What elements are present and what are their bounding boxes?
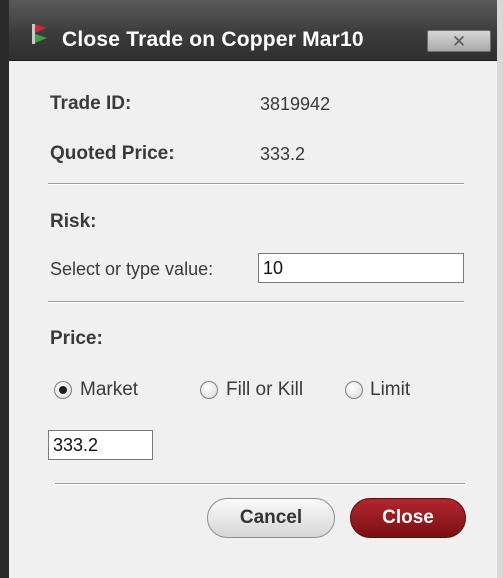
radio-market-label[interactable]: Market — [80, 379, 138, 401]
window-edge-right — [497, 0, 503, 578]
divider — [55, 483, 465, 485]
quoted-price-label: Quoted Price: — [50, 143, 175, 164]
radio-limit-label[interactable]: Limit — [370, 379, 410, 401]
radio-fill-or-kill-label[interactable]: Fill or Kill — [226, 379, 303, 401]
divider — [48, 301, 464, 303]
risk-value-input[interactable]: 10 — [258, 253, 464, 283]
dialog-body: Trade ID: 3819942 Quoted Price: 333.2 Ri… — [9, 61, 497, 578]
risk-select-label: Select or type value: — [50, 259, 214, 279]
radio-limit[interactable] — [345, 381, 363, 399]
flag-icon — [32, 24, 47, 44]
dialog-title: Close Trade on Copper Mar10 — [62, 28, 364, 51]
divider — [48, 183, 464, 185]
trade-id-value: 3819942 — [260, 94, 331, 114]
price-value-input[interactable]: 333.2 — [48, 430, 153, 460]
radio-fill-or-kill[interactable] — [200, 381, 218, 399]
close-icon: ✕ — [451, 32, 467, 51]
close-window-button[interactable]: ✕ — [427, 30, 491, 52]
trade-id-label: Trade ID: — [50, 93, 132, 114]
cancel-button[interactable]: Cancel — [207, 498, 335, 538]
window-edge-left — [0, 0, 9, 578]
risk-heading: Risk: — [50, 211, 97, 232]
quoted-price-value: 333.2 — [260, 144, 306, 164]
radio-market[interactable] — [54, 381, 72, 399]
close-button[interactable]: Close — [350, 498, 466, 538]
title-bar: Close Trade on Copper Mar10 ✕ — [9, 0, 497, 61]
price-heading: Price: — [50, 328, 103, 349]
